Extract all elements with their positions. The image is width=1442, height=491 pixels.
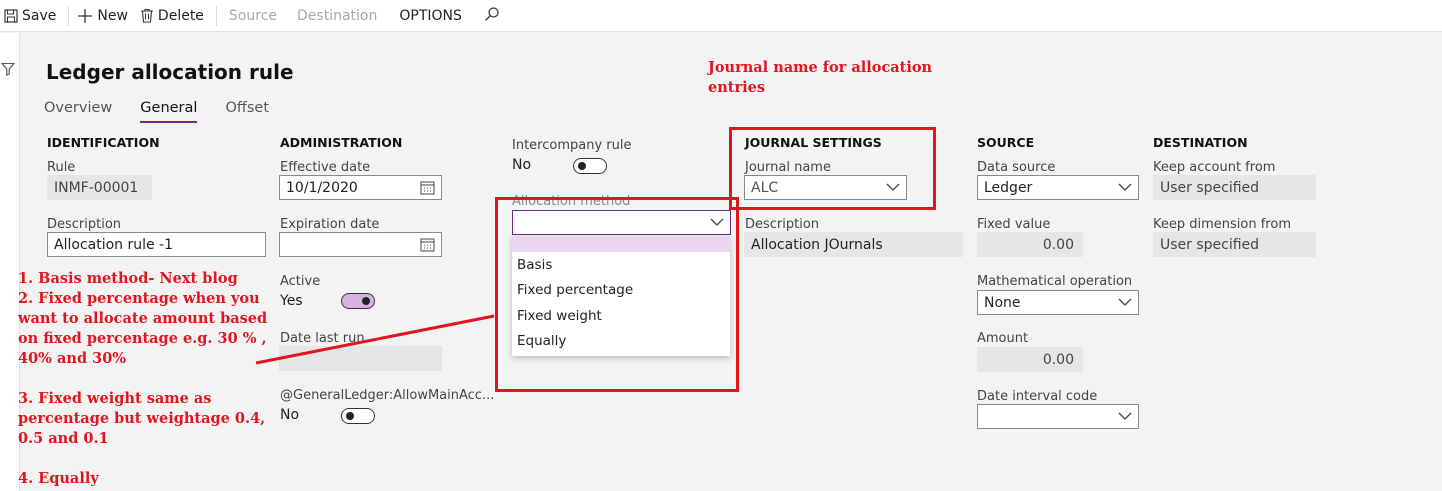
journal-annotation: Journal name for allocation entries <box>708 58 932 98</box>
annotation-line: 40% and 30% <box>18 350 127 367</box>
journal-annotation-line-1: Journal name for allocation <box>708 59 933 76</box>
annotation-line <box>18 369 267 389</box>
journal-annotation-line-2: entries <box>708 79 766 96</box>
allocation-methods-annotation: 1. Basis method- Next blog 2. Fixed perc… <box>18 269 267 489</box>
annotation-line: 0.5 and 0.1 <box>18 430 109 447</box>
annotation-line: 3. Fixed weight same as <box>18 390 212 407</box>
annotation-line: on fixed percentage e.g. 30 % , <box>18 330 267 347</box>
annotation-line <box>18 449 267 469</box>
annotation-line: percentage but weightage 0.4, <box>18 410 266 427</box>
annotation-line: 1. Basis method- Next blog <box>18 270 238 287</box>
annotation-line: want to allocate amount based <box>18 310 268 327</box>
annotation-line: 2. Fixed percentage when you <box>18 290 260 307</box>
annotation-line: 4. Equally <box>18 470 99 487</box>
